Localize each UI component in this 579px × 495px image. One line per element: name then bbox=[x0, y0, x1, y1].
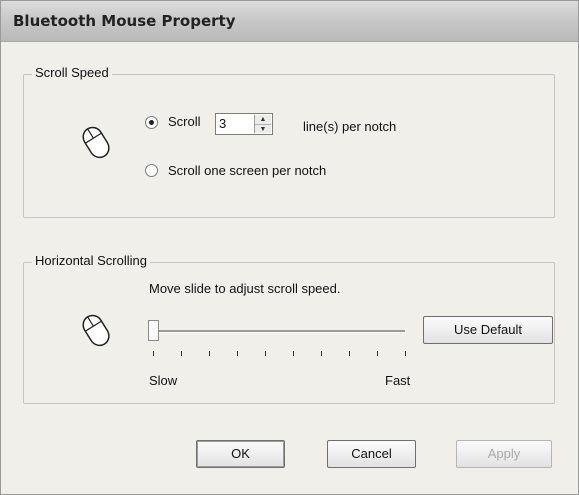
slider-tick bbox=[377, 351, 378, 356]
slider-tick bbox=[349, 351, 350, 356]
slow-label: Slow bbox=[149, 373, 178, 388]
horizontal-scrolling-legend: Horizontal Scrolling bbox=[32, 253, 150, 268]
scroll-lines-radio[interactable] bbox=[145, 116, 158, 129]
slider-tick bbox=[209, 351, 210, 356]
slider-tick bbox=[405, 351, 406, 356]
use-default-button[interactable]: Use Default bbox=[423, 316, 553, 344]
scroll-speed-legend: Scroll Speed bbox=[32, 65, 112, 80]
spin-down-icon[interactable]: ▼ bbox=[255, 124, 271, 133]
lines-per-notch-suffix: line(s) per notch bbox=[303, 119, 397, 134]
mouse-icon bbox=[82, 126, 110, 159]
apply-button[interactable]: Apply bbox=[456, 440, 552, 468]
scroll-screen-radio[interactable] bbox=[145, 164, 158, 177]
slider-tick bbox=[237, 351, 238, 356]
slider-track[interactable] bbox=[153, 330, 405, 333]
slider-instruction: Move slide to adjust scroll speed. bbox=[149, 281, 341, 296]
title-bar[interactable]: Bluetooth Mouse Property bbox=[1, 1, 578, 42]
spinner-buttons: ▲ ▼ bbox=[254, 115, 271, 133]
scroll-lines-label[interactable]: Scroll bbox=[168, 114, 201, 129]
horizontal-speed-slider[interactable] bbox=[148, 317, 411, 361]
slider-tick bbox=[265, 351, 266, 356]
slider-tick bbox=[181, 351, 182, 356]
spin-up-icon[interactable]: ▲ bbox=[255, 115, 271, 124]
dialog-window: Bluetooth Mouse Property Scroll Speed Sc… bbox=[0, 0, 579, 495]
slider-tick bbox=[293, 351, 294, 356]
cancel-button[interactable]: Cancel bbox=[327, 440, 416, 468]
fast-label: Fast bbox=[385, 373, 411, 388]
ok-button[interactable]: OK bbox=[196, 440, 285, 468]
slider-tick bbox=[321, 351, 322, 356]
slider-thumb[interactable] bbox=[148, 320, 159, 341]
slider-tick bbox=[153, 351, 154, 356]
slider-ticks bbox=[149, 351, 411, 357]
window-title: Bluetooth Mouse Property bbox=[13, 12, 236, 30]
scroll-screen-label[interactable]: Scroll one screen per notch bbox=[168, 163, 326, 178]
mouse-icon bbox=[82, 314, 110, 347]
lines-per-notch-spinner[interactable]: 3 ▲ ▼ bbox=[215, 113, 273, 135]
lines-per-notch-value[interactable]: 3 bbox=[219, 116, 226, 131]
